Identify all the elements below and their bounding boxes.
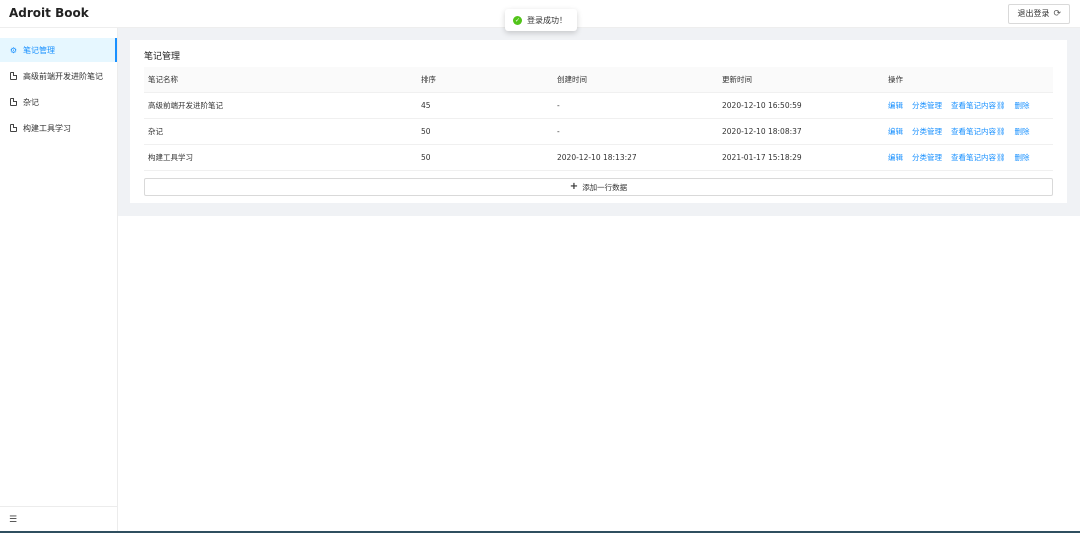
main-content: 笔记管理 笔记名称 排序 创建时间 更新时间 操作 高级前端开发进阶笔记 45 … <box>118 28 1080 216</box>
logout-icon: ⟳ <box>1053 9 1061 19</box>
link-icon: ⛓ <box>996 101 1006 110</box>
success-toast: ✓ 登录成功！ <box>505 9 577 31</box>
file-icon <box>10 72 17 80</box>
file-icon <box>10 98 17 106</box>
sidebar-item-misc[interactable]: 杂记 <box>0 90 117 114</box>
sidebar-item-label: 高级前端开发进阶笔记 <box>23 71 103 81</box>
cell-name: 构建工具学习 <box>148 153 193 162</box>
notes-table: 笔记名称 排序 创建时间 更新时间 操作 高级前端开发进阶笔记 45 - 202… <box>144 67 1053 171</box>
sidebar-item-advanced-frontend[interactable]: 高级前端开发进阶笔记 <box>0 64 117 88</box>
add-row-label: 添加一行数据 <box>582 182 628 192</box>
delete-link[interactable]: 删除 <box>1015 126 1030 137</box>
brand-logo-text: Adroit Book <box>9 6 89 20</box>
menu-fold-icon[interactable]: ☰ <box>9 515 17 525</box>
file-icon <box>10 124 17 132</box>
logout-button[interactable]: 退出登录 ⟳ <box>1008 4 1070 24</box>
table-header: 笔记名称 排序 创建时间 更新时间 操作 <box>144 67 1053 93</box>
cell-updated: 2021-01-17 15:18:29 <box>722 153 802 162</box>
category-management-link[interactable]: 分类管理 <box>912 100 942 111</box>
table-row: 杂记 50 - 2020-12-10 18:08:37 编辑 分类管理 查看笔记… <box>144 119 1053 145</box>
cell-updated: 2020-12-10 18:08:37 <box>722 127 802 136</box>
sidebar: ⚙ 笔记管理 高级前端开发进阶笔记 杂记 构建工具学习 ☰ <box>0 28 118 533</box>
delete-link[interactable]: 删除 <box>1015 100 1030 111</box>
cell-name: 杂记 <box>148 127 163 136</box>
table-row: 高级前端开发进阶笔记 45 - 2020-12-10 16:50:59 编辑 分… <box>144 93 1053 119</box>
app-window: Adroit Book 退出登录 ⟳ ✓ 登录成功！ ⚙ 笔记管理 高级前端开发… <box>0 0 1080 533</box>
settings-icon: ⚙ <box>9 45 18 55</box>
sidebar-footer: ☰ <box>0 506 117 533</box>
view-notes-link[interactable]: 查看笔记内容⛓ <box>951 126 1006 137</box>
column-header-order: 排序 <box>421 75 436 84</box>
cell-created: - <box>557 101 560 110</box>
table-row: 构建工具学习 50 2020-12-10 18:13:27 2021-01-17… <box>144 145 1053 171</box>
cell-order: 50 <box>421 127 431 136</box>
edit-link[interactable]: 编辑 <box>888 152 903 163</box>
delete-link[interactable]: 删除 <box>1015 152 1030 163</box>
sidebar-item-label: 构建工具学习 <box>23 123 71 133</box>
page-title: 笔记管理 <box>144 52 181 62</box>
plus-icon: + <box>569 181 579 192</box>
sidebar-item-label: 杂记 <box>23 97 39 107</box>
cell-name: 高级前端开发进阶笔记 <box>148 101 223 110</box>
edit-link[interactable]: 编辑 <box>888 100 903 111</box>
cell-order: 45 <box>421 101 431 110</box>
view-notes-label: 查看笔记内容 <box>951 101 996 110</box>
sidebar-item-note-management[interactable]: ⚙ 笔记管理 <box>0 38 117 62</box>
notes-card: 笔记管理 笔记名称 排序 创建时间 更新时间 操作 高级前端开发进阶笔记 45 … <box>130 40 1067 203</box>
category-management-link[interactable]: 分类管理 <box>912 152 942 163</box>
add-row-button[interactable]: + 添加一行数据 <box>144 178 1053 196</box>
cell-created: - <box>557 127 560 136</box>
cell-actions: 编辑 分类管理 查看笔记内容⛓ 删除 <box>884 152 1053 163</box>
cell-updated: 2020-12-10 16:50:59 <box>722 101 802 110</box>
sidebar-item-label: 笔记管理 <box>23 45 55 55</box>
column-header-name: 笔记名称 <box>148 75 178 84</box>
cell-actions: 编辑 分类管理 查看笔记内容⛓ 删除 <box>884 126 1053 137</box>
view-notes-link[interactable]: 查看笔记内容⛓ <box>951 152 1006 163</box>
link-icon: ⛓ <box>996 153 1006 162</box>
check-circle-icon: ✓ <box>513 15 522 25</box>
category-management-link[interactable]: 分类管理 <box>912 126 942 137</box>
sidebar-item-build-tools[interactable]: 构建工具学习 <box>0 116 117 140</box>
column-header-created: 创建时间 <box>557 75 587 84</box>
cell-order: 50 <box>421 153 431 162</box>
link-icon: ⛓ <box>996 127 1006 136</box>
view-notes-label: 查看笔记内容 <box>951 127 996 136</box>
logout-label: 退出登录 <box>1017 9 1050 18</box>
cell-created: 2020-12-10 18:13:27 <box>557 153 637 162</box>
toast-message: 登录成功！ <box>527 15 567 25</box>
column-header-updated: 更新时间 <box>722 75 752 84</box>
view-notes-label: 查看笔记内容 <box>951 153 996 162</box>
column-header-actions: 操作 <box>888 75 903 84</box>
view-notes-link[interactable]: 查看笔记内容⛓ <box>951 100 1006 111</box>
cell-actions: 编辑 分类管理 查看笔记内容⛓ 删除 <box>884 100 1053 111</box>
edit-link[interactable]: 编辑 <box>888 126 903 137</box>
